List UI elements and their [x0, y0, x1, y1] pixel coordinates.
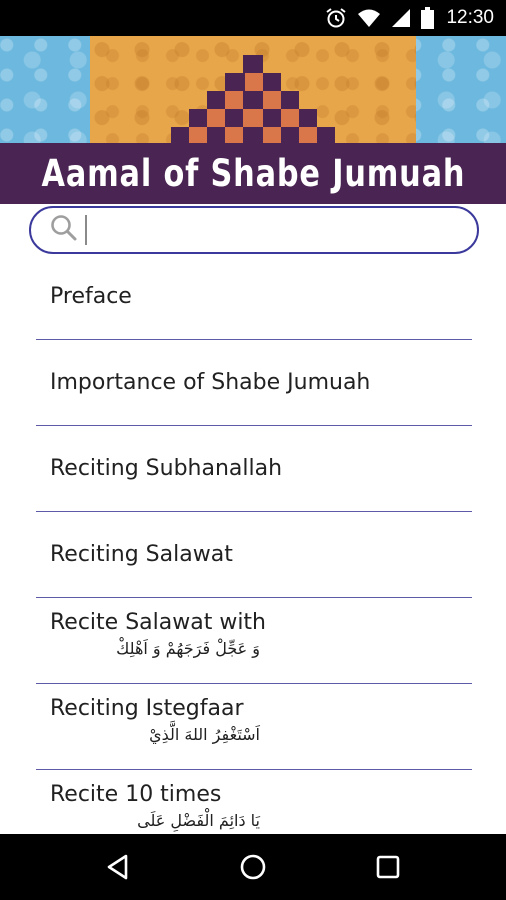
list-item-istegfaar[interactable]: Reciting Istegfaar اَسْتَغْفِرُ اللهَ ال…	[36, 684, 472, 770]
list-item-title: Recite Salawat with	[50, 610, 267, 635]
back-icon	[107, 854, 127, 880]
list-item-subhanallah[interactable]: Reciting Subhanallah	[36, 426, 472, 512]
home-button[interactable]	[223, 837, 283, 897]
topic-list: Preface Importance of Shabe Jumuah Recit…	[36, 254, 472, 834]
status-time: 12:30	[446, 7, 494, 28]
search-box[interactable]	[29, 206, 479, 254]
list-item-salawat[interactable]: Reciting Salawat	[36, 512, 472, 598]
navigation-bar	[0, 834, 506, 900]
cell-signal-icon	[391, 8, 411, 28]
list-item-title: Reciting Subhanallah	[50, 456, 283, 481]
app-title: Aamal of Shabe Jumuah	[41, 152, 465, 195]
home-icon	[240, 854, 266, 880]
list-item-salawat-with[interactable]: Recite Salawat with وَ عَجِّلْ فَرَجَهُم…	[36, 598, 472, 684]
list-item-title: Importance of Shabe Jumuah	[50, 370, 371, 395]
app-banner: Aamal of Shabe Jumuah	[0, 36, 506, 204]
list-item-title: Preface	[50, 284, 132, 309]
alarm-icon	[325, 7, 347, 29]
list-item-title: Reciting Salawat	[50, 542, 233, 567]
back-button[interactable]	[88, 837, 148, 897]
list-item-recite-10-times[interactable]: Recite 10 times يَا دَائِمَ الْفَضْلِ عَ…	[36, 770, 472, 834]
text-cursor	[85, 215, 87, 245]
battery-icon	[421, 7, 435, 29]
search-icon	[49, 213, 79, 247]
wifi-icon	[357, 8, 381, 28]
list-item-title: Recite 10 times	[50, 782, 222, 807]
list-item-arabic-subtitle: يَا دَائِمَ الْفَضْلِ عَلَى	[137, 811, 260, 830]
list-item-title: Reciting Istegfaar	[50, 696, 244, 721]
list-item-arabic-subtitle: اَسْتَغْفِرُ اللهَ الَّذِيْ	[149, 725, 260, 744]
list-item-arabic-subtitle: وَ عَجِّلْ فَرَجَهُمْ وَ اَهْلِكْ	[116, 639, 260, 658]
status-bar: 12:30	[0, 0, 506, 36]
banner-title-bar: Aamal of Shabe Jumuah	[0, 143, 506, 204]
recents-icon	[377, 855, 400, 879]
list-item-preface[interactable]: Preface	[36, 254, 472, 340]
search-input[interactable]	[89, 212, 477, 248]
recents-button[interactable]	[358, 837, 418, 897]
list-item-importance[interactable]: Importance of Shabe Jumuah	[36, 340, 472, 426]
